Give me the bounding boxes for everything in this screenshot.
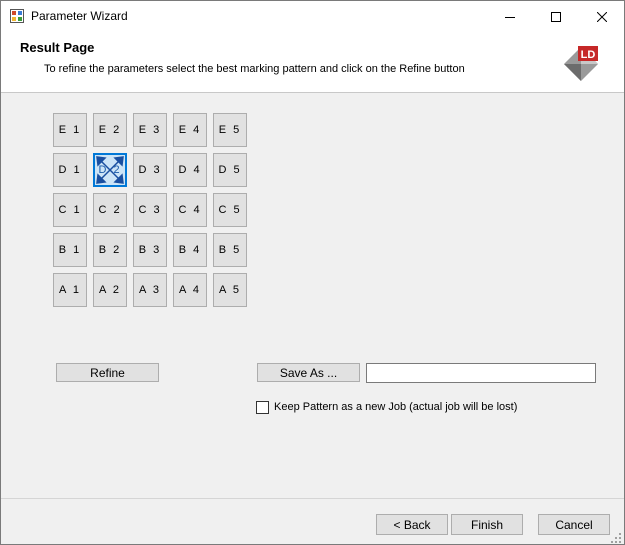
- maximize-button[interactable]: [533, 1, 579, 32]
- pattern-button-e5[interactable]: E 5: [213, 113, 247, 147]
- pattern-button-c3[interactable]: C 3: [133, 193, 167, 227]
- pattern-button-c2[interactable]: C 2: [93, 193, 127, 227]
- minimize-button[interactable]: [487, 1, 533, 32]
- footer-divider: [1, 498, 624, 499]
- save-as-filename-input[interactable]: [366, 363, 596, 383]
- finish-button[interactable]: Finish: [451, 514, 523, 535]
- parameter-wizard-window: Parameter Wizard Result Page To refine t…: [0, 0, 625, 545]
- pattern-button-a1[interactable]: A 1: [53, 273, 87, 307]
- keep-pattern-label[interactable]: Keep Pattern as a new Job (actual job wi…: [274, 401, 517, 413]
- ld-logo: LD: [564, 46, 598, 81]
- back-button[interactable]: < Back: [376, 514, 448, 535]
- pattern-button-a3[interactable]: A 3: [133, 273, 167, 307]
- svg-text:LD: LD: [581, 49, 596, 61]
- refine-button[interactable]: Refine: [56, 363, 159, 382]
- pattern-button-e3[interactable]: E 3: [133, 113, 167, 147]
- pattern-button-e2[interactable]: E 2: [93, 113, 127, 147]
- pattern-button-d2[interactable]: D 2: [93, 153, 127, 187]
- minimize-icon: [505, 16, 515, 18]
- pattern-button-d1[interactable]: D 1: [53, 153, 87, 187]
- window-title: Parameter Wizard: [31, 9, 128, 23]
- page-subtitle: To refine the parameters select the best…: [44, 63, 465, 75]
- pattern-button-c5[interactable]: C 5: [213, 193, 247, 227]
- pattern-button-b4[interactable]: B 4: [173, 233, 207, 267]
- title-bar[interactable]: Parameter Wizard: [1, 1, 624, 32]
- resize-grip-icon[interactable]: [610, 532, 622, 544]
- maximize-icon: [551, 11, 561, 22]
- pattern-button-c4[interactable]: C 4: [173, 193, 207, 227]
- pattern-button-c1[interactable]: C 1: [53, 193, 87, 227]
- pattern-button-e4[interactable]: E 4: [173, 113, 207, 147]
- keep-pattern-checkbox[interactable]: [256, 401, 269, 414]
- close-icon: [597, 11, 607, 22]
- pattern-button-b5[interactable]: B 5: [213, 233, 247, 267]
- pattern-button-b1[interactable]: B 1: [53, 233, 87, 267]
- app-icon: [10, 9, 24, 23]
- pattern-button-d3[interactable]: D 3: [133, 153, 167, 187]
- pattern-button-d4[interactable]: D 4: [173, 153, 207, 187]
- cancel-button[interactable]: Cancel: [538, 514, 610, 535]
- close-button[interactable]: [579, 1, 624, 32]
- page-title: Result Page: [20, 40, 95, 55]
- wizard-header: Result Page To refine the parameters sel…: [1, 32, 624, 93]
- save-as-button[interactable]: Save As ...: [257, 363, 360, 382]
- pattern-button-a5[interactable]: A 5: [213, 273, 247, 307]
- pattern-button-d5[interactable]: D 5: [213, 153, 247, 187]
- pattern-button-b2[interactable]: B 2: [93, 233, 127, 267]
- pattern-button-b3[interactable]: B 3: [133, 233, 167, 267]
- pattern-button-e1[interactable]: E 1: [53, 113, 87, 147]
- pattern-button-a4[interactable]: A 4: [173, 273, 207, 307]
- pattern-button-a2[interactable]: A 2: [93, 273, 127, 307]
